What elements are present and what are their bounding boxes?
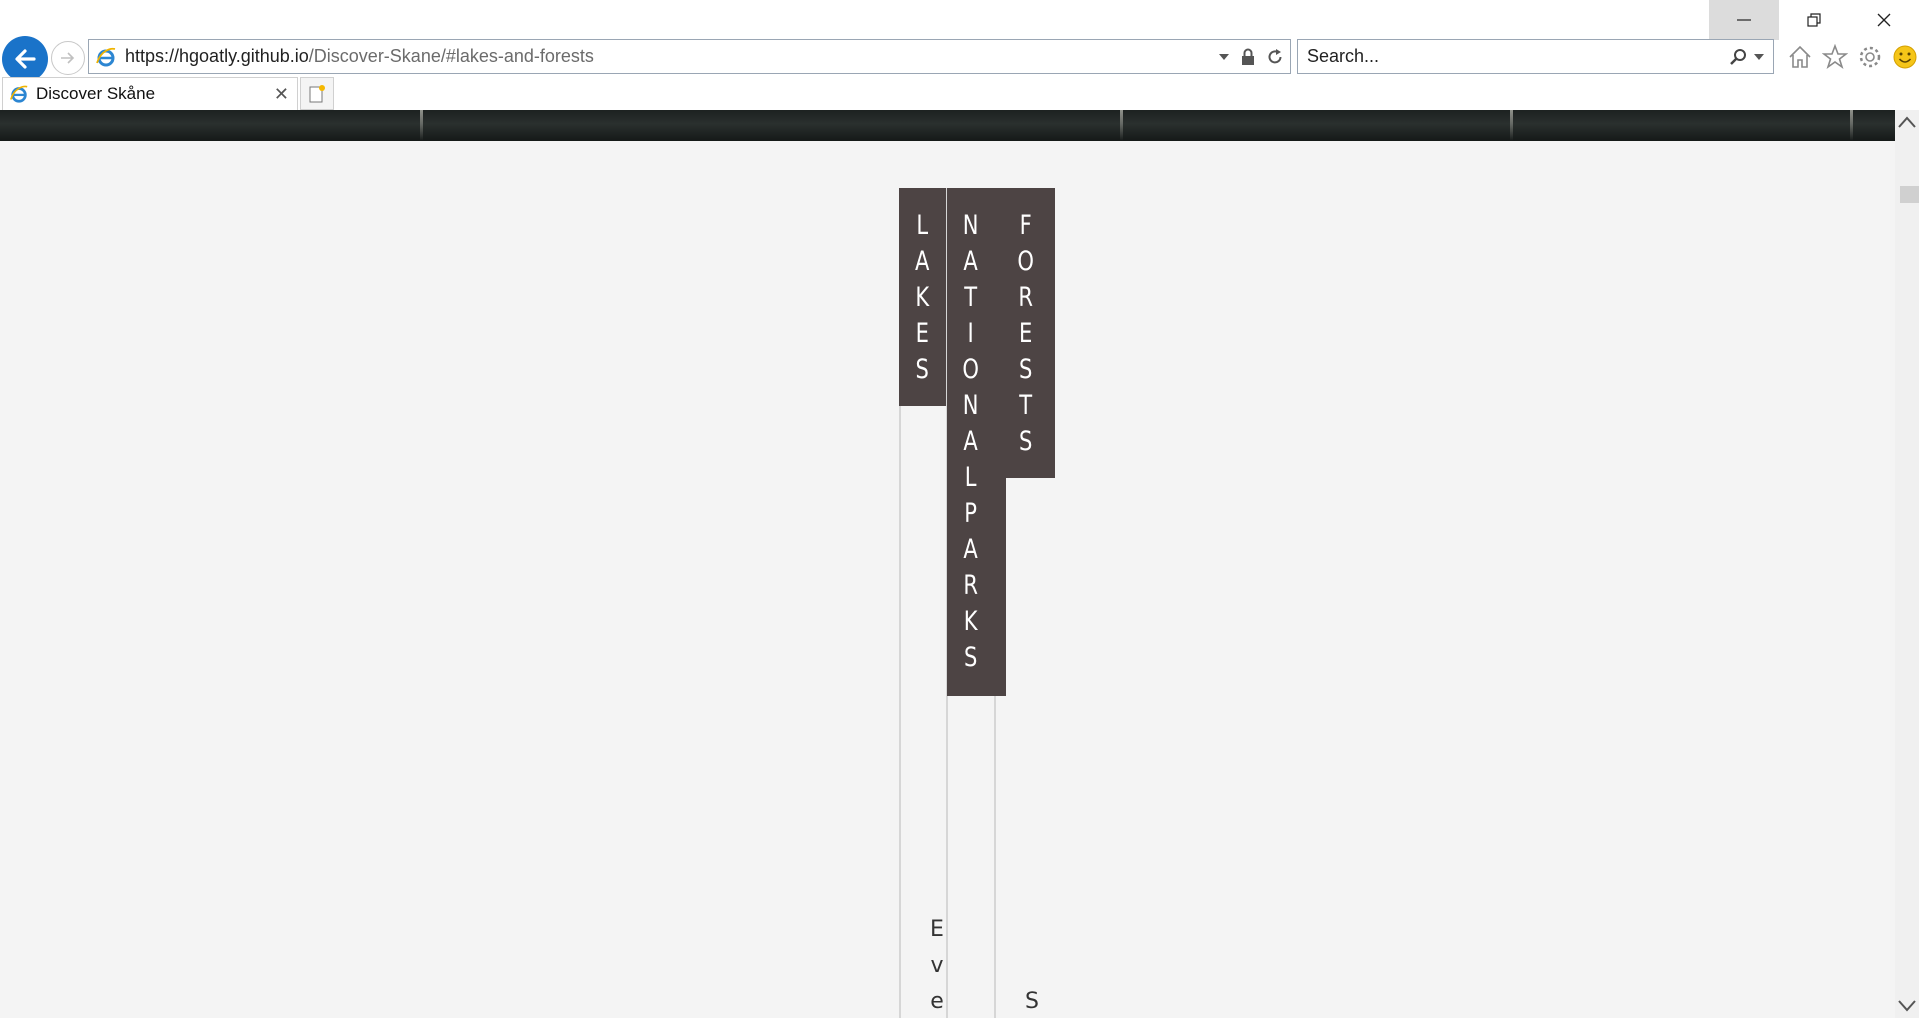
lock-icon[interactable] [1240, 48, 1256, 66]
lakes-heading-char: E [915, 318, 930, 349]
national-parks-heading-char: O [962, 354, 979, 385]
home-button[interactable] [1786, 44, 1813, 71]
favorites-star-icon [1821, 44, 1848, 70]
lakes-heading[interactable]: LAKES [899, 188, 946, 406]
lakes-body-text: Eve [915, 912, 959, 1018]
national-parks-heading-text: NATIONALPARKS [960, 208, 981, 676]
window-controls [1709, 0, 1919, 40]
home-icon [1788, 45, 1811, 68]
forests-heading-char: T [1019, 390, 1032, 421]
scroll-down-button[interactable] [1895, 994, 1919, 1018]
forward-icon [61, 52, 75, 64]
lakes-heading-char: S [915, 354, 930, 385]
national-parks-heading-char: N [962, 390, 979, 421]
settings-button[interactable] [1856, 44, 1883, 71]
new-tab-button[interactable] [300, 77, 334, 110]
national-parks-heading-char: P [964, 498, 977, 529]
search-box[interactable] [1297, 39, 1774, 74]
tab-ie-logo-icon [10, 85, 28, 103]
chevron-up-icon [1898, 116, 1916, 128]
browser-chrome: https://hgoatly.github.io/Discover-Skane… [0, 0, 1919, 110]
national-parks-heading-char: A [963, 534, 978, 565]
national-parks-heading-char: T [964, 282, 977, 313]
back-button[interactable] [2, 36, 48, 82]
national-parks-heading-char: A [963, 426, 978, 457]
settings-gear-icon [1859, 46, 1880, 68]
forests-body-text: S [1010, 984, 1054, 1018]
lakes-body-char: v [930, 953, 944, 978]
tab-row: Discover Skåne ✕ [0, 77, 1919, 110]
vertical-scrollbar[interactable] [1895, 110, 1919, 1018]
url-path: /Discover-Skane/#lakes-and-forests [308, 46, 594, 66]
url-host: https://hgoatly.github.io [125, 46, 309, 66]
refresh-icon[interactable] [1266, 48, 1284, 66]
national-parks-heading-char: K [963, 606, 978, 637]
forests-heading-text: FORESTS [1015, 208, 1036, 460]
restore-icon [1807, 13, 1821, 27]
forests-heading-char: F [1019, 210, 1032, 241]
toolbar-icons [1786, 40, 1918, 74]
national-parks-heading[interactable]: NATIONALPARKS [947, 188, 994, 696]
hero-image-strip [0, 110, 1895, 141]
forests-heading-char: E [1018, 318, 1033, 349]
national-parks-heading-char: I [967, 318, 974, 349]
forward-button[interactable] [51, 41, 85, 75]
new-tab-icon [309, 84, 325, 102]
national-parks-heading-char: L [964, 462, 977, 493]
chevron-down-icon [1898, 1000, 1916, 1012]
lakes-heading-char: A [915, 246, 930, 277]
ie-logo-icon [96, 47, 116, 66]
national-parks-heading-char: R [963, 570, 978, 601]
search-icon[interactable] [1729, 48, 1747, 66]
page-viewport: LAKES Eve NATIONALPARKS FORESTS S [0, 110, 1919, 1018]
dropdown-icon[interactable] [1218, 52, 1230, 62]
search-actions [1729, 40, 1765, 73]
url-text[interactable]: https://hgoatly.github.io/Discover-Skane… [125, 46, 594, 67]
tab-discover-skane[interactable]: Discover Skåne ✕ [2, 77, 298, 110]
close-icon [1877, 13, 1891, 27]
favorites-button[interactable] [1821, 44, 1848, 71]
forests-heading-char: R [1018, 282, 1033, 313]
address-bar-actions [1218, 40, 1284, 73]
back-icon [15, 49, 36, 69]
lakes-body-char: E [930, 917, 944, 942]
national-parks-heading-char: S [963, 642, 978, 673]
minimize-icon [1737, 19, 1751, 21]
forests-heading-char: O [1017, 246, 1034, 277]
tab-title: Discover Skåne [36, 84, 156, 103]
forests-heading-char: S [1018, 354, 1033, 385]
close-window-button[interactable] [1849, 0, 1919, 40]
address-bar[interactable]: https://hgoatly.github.io/Discover-Skane… [88, 39, 1291, 74]
lakes-heading-text: LAKES [913, 208, 931, 388]
forests-heading[interactable]: FORESTS [996, 188, 1055, 478]
lakes-body-char: e [930, 989, 944, 1014]
national-parks-heading-char: A [963, 246, 978, 277]
scroll-up-button[interactable] [1895, 110, 1919, 134]
feedback-smiley-icon [1893, 45, 1916, 69]
national-parks-heading-char: N [962, 210, 979, 241]
forests-body-char: S [1025, 989, 1039, 1014]
search-input[interactable] [1307, 46, 1707, 67]
lakes-heading-char: L [916, 210, 929, 241]
restore-button[interactable] [1779, 0, 1849, 40]
feedback-button[interactable] [1891, 44, 1918, 71]
tab-close-button[interactable]: ✕ [274, 84, 289, 105]
lakes-heading-char: K [915, 282, 930, 313]
forests-heading-char: S [1018, 426, 1033, 457]
minimize-button[interactable] [1709, 0, 1779, 40]
search-dropdown-icon[interactable] [1753, 52, 1765, 62]
scrollbar-thumb[interactable] [1900, 186, 1919, 203]
